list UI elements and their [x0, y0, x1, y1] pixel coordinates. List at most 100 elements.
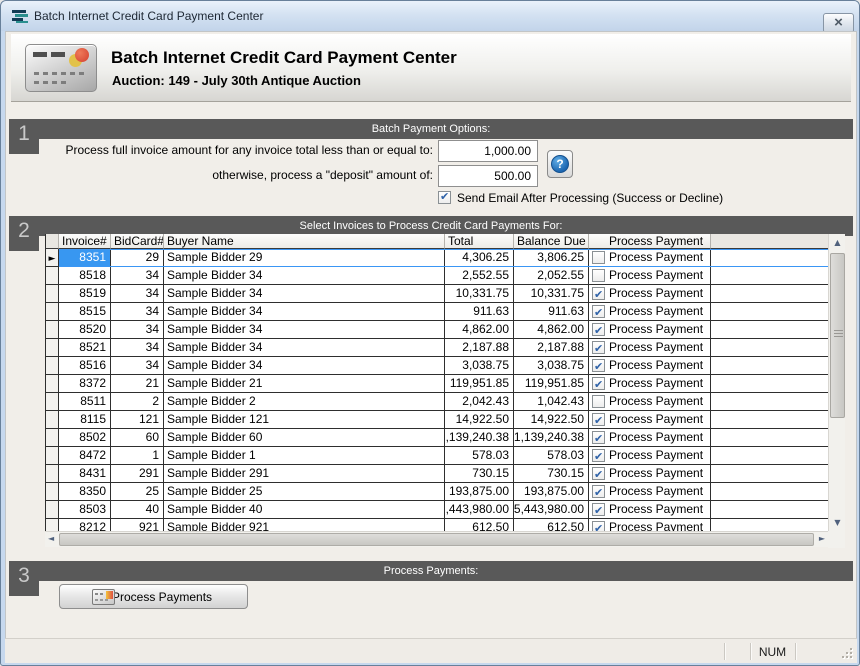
table-row[interactable]: 8520 34 Sample Bidder 34 4,862.00 4,862.…: [46, 321, 828, 339]
table-row[interactable]: 8503 40 Sample Bidder 40 5,443,980.00 5,…: [46, 501, 828, 519]
cell-total[interactable]: 14,922.50: [445, 411, 514, 429]
cell-bidcard[interactable]: 34: [111, 321, 164, 339]
cell-buyer-name[interactable]: Sample Bidder 21: [164, 375, 445, 393]
scroll-down-icon[interactable]: ▼: [829, 518, 846, 527]
cell-buyer-name[interactable]: Sample Bidder 29: [164, 249, 445, 267]
cell-process-payment[interactable]: ✔ Process Payment: [589, 501, 711, 519]
process-payment-checkbox[interactable]: ✔: [592, 521, 605, 531]
cell-process-payment[interactable]: ✔ Process Payment: [589, 465, 711, 483]
deposit-amount-input[interactable]: [438, 165, 538, 187]
cell-balance-due[interactable]: 3,038.75: [514, 357, 589, 375]
vertical-scroll-thumb[interactable]: [830, 253, 845, 418]
cell-process-payment[interactable]: ✔ Process Payment: [589, 303, 711, 321]
header-process-payment[interactable]: Process Payment: [589, 234, 711, 249]
cell-buyer-name[interactable]: Sample Bidder 1: [164, 447, 445, 465]
cell-balance-due[interactable]: 911.63: [514, 303, 589, 321]
process-payment-checkbox[interactable]: ✔: [592, 413, 605, 426]
cell-bidcard[interactable]: 34: [111, 339, 164, 357]
cell-process-payment[interactable]: ✔ Process Payment: [589, 357, 711, 375]
vertical-scrollbar[interactable]: ▲ ▼: [828, 234, 845, 531]
cell-invoice[interactable]: 8372: [59, 375, 111, 393]
row-selector-cell[interactable]: [46, 519, 59, 531]
cell-balance-due[interactable]: 14,922.50: [514, 411, 589, 429]
cell-balance-due[interactable]: 612.50: [514, 519, 589, 531]
header-balance-due[interactable]: Balance Due: [514, 234, 589, 249]
cell-buyer-name[interactable]: Sample Bidder 2: [164, 393, 445, 411]
cell-invoice[interactable]: 8351: [59, 249, 111, 267]
cell-balance-due[interactable]: 1,042.43: [514, 393, 589, 411]
scroll-up-icon[interactable]: ▲: [829, 238, 846, 247]
row-selector-cell[interactable]: [46, 321, 59, 339]
table-row[interactable]: 8212 921 Sample Bidder 921 612.50 612.50…: [46, 519, 828, 531]
cell-invoice[interactable]: 8431: [59, 465, 111, 483]
process-payment-checkbox[interactable]: ✔: [592, 431, 605, 444]
process-payment-checkbox[interactable]: ✔: [592, 359, 605, 372]
cell-bidcard[interactable]: 2: [111, 393, 164, 411]
cell-invoice[interactable]: 8515: [59, 303, 111, 321]
table-row[interactable]: 8516 34 Sample Bidder 34 3,038.75 3,038.…: [46, 357, 828, 375]
process-payment-checkbox[interactable]: ✔: [592, 449, 605, 462]
cell-invoice[interactable]: 8503: [59, 501, 111, 519]
cell-bidcard[interactable]: 34: [111, 303, 164, 321]
cell-bidcard[interactable]: 34: [111, 267, 164, 285]
table-row[interactable]: 8115 121 Sample Bidder 121 14,922.50 14,…: [46, 411, 828, 429]
cell-buyer-name[interactable]: Sample Bidder 921: [164, 519, 445, 531]
cell-process-payment[interactable]: ✔ Process Payment: [589, 447, 711, 465]
table-row[interactable]: 8511 2 Sample Bidder 2 2,042.43 1,042.43…: [46, 393, 828, 411]
cell-bidcard[interactable]: 21: [111, 375, 164, 393]
process-payment-checkbox[interactable]: ✔: [592, 485, 605, 498]
header-total[interactable]: Total: [445, 234, 514, 249]
cell-total[interactable]: 2,552.55: [445, 267, 514, 285]
row-selector-cell[interactable]: ►: [46, 249, 59, 267]
row-selector-cell[interactable]: [46, 303, 59, 321]
cell-total[interactable]: 5,443,980.00: [445, 501, 514, 519]
process-payment-checkbox[interactable]: ✔: [592, 305, 605, 318]
cell-buyer-name[interactable]: Sample Bidder 40: [164, 501, 445, 519]
cell-buyer-name[interactable]: Sample Bidder 34: [164, 303, 445, 321]
cell-process-payment[interactable]: ✔ Process Payment: [589, 519, 711, 531]
scroll-right-icon[interactable]: ►: [819, 534, 825, 543]
cell-invoice[interactable]: 8350: [59, 483, 111, 501]
row-selector-cell[interactable]: [46, 411, 59, 429]
cell-invoice[interactable]: 8472: [59, 447, 111, 465]
cell-buyer-name[interactable]: Sample Bidder 34: [164, 357, 445, 375]
cell-invoice[interactable]: 8502: [59, 429, 111, 447]
horizontal-scrollbar[interactable]: ◄ ►: [45, 531, 828, 547]
cell-process-payment[interactable]: ✔ Process Payment: [589, 285, 711, 303]
cell-invoice[interactable]: 8520: [59, 321, 111, 339]
cell-process-payment[interactable]: ✔ Process Payment: [589, 375, 711, 393]
cell-balance-due[interactable]: 5,443,980.00: [514, 501, 589, 519]
cell-total[interactable]: 2,042.43: [445, 393, 514, 411]
scroll-left-icon[interactable]: ◄: [48, 534, 54, 543]
process-payment-checkbox[interactable]: ✔: [592, 341, 605, 354]
header-buyer-name[interactable]: Buyer Name: [164, 234, 445, 249]
cell-balance-due[interactable]: 193,875.00: [514, 483, 589, 501]
cell-balance-due[interactable]: 119,951.85: [514, 375, 589, 393]
cell-invoice[interactable]: 8516: [59, 357, 111, 375]
cell-process-payment[interactable]: ✔ Process Payment: [589, 249, 711, 267]
cell-balance-due[interactable]: 1,139,240.38: [514, 429, 589, 447]
cell-invoice[interactable]: 8115: [59, 411, 111, 429]
cell-total[interactable]: 10,331.75: [445, 285, 514, 303]
cell-total[interactable]: 1,139,240.38: [445, 429, 514, 447]
table-row[interactable]: ► 8351 29 Sample Bidder 29 4,306.25 3,80…: [46, 249, 828, 267]
cell-invoice[interactable]: 8212: [59, 519, 111, 531]
cell-process-payment[interactable]: ✔ Process Payment: [589, 411, 711, 429]
cell-buyer-name[interactable]: Sample Bidder 34: [164, 321, 445, 339]
cell-balance-due[interactable]: 730.15: [514, 465, 589, 483]
help-button[interactable]: ?: [547, 150, 573, 178]
cell-process-payment[interactable]: ✔ Process Payment: [589, 339, 711, 357]
row-selector-cell[interactable]: [46, 393, 59, 411]
cell-process-payment[interactable]: ✔ Process Payment: [589, 393, 711, 411]
cell-total[interactable]: 3,038.75: [445, 357, 514, 375]
cell-buyer-name[interactable]: Sample Bidder 34: [164, 339, 445, 357]
table-row[interactable]: 8431 291 Sample Bidder 291 730.15 730.15…: [46, 465, 828, 483]
process-payment-checkbox[interactable]: ✔: [592, 323, 605, 336]
table-row[interactable]: 8521 34 Sample Bidder 34 2,187.88 2,187.…: [46, 339, 828, 357]
cell-invoice[interactable]: 8519: [59, 285, 111, 303]
cell-balance-due[interactable]: 2,187.88: [514, 339, 589, 357]
row-selector-cell[interactable]: [46, 447, 59, 465]
row-selector-cell[interactable]: [46, 357, 59, 375]
cell-buyer-name[interactable]: Sample Bidder 25: [164, 483, 445, 501]
cell-bidcard[interactable]: 40: [111, 501, 164, 519]
